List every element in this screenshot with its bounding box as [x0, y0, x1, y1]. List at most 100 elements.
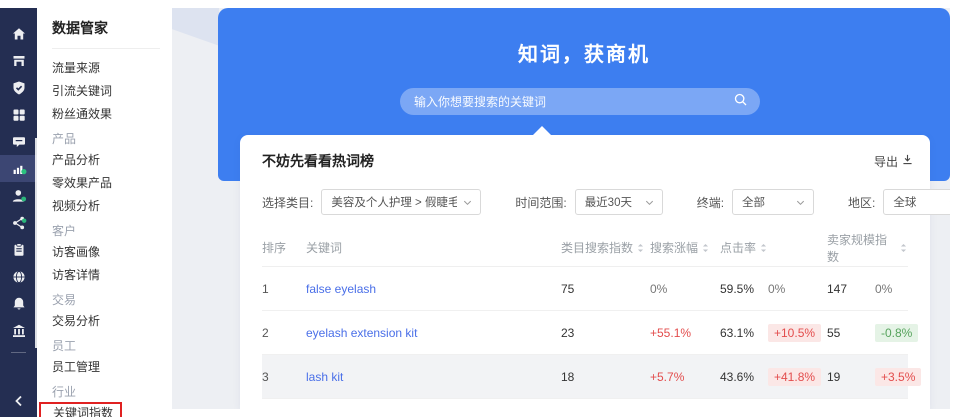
search-icon[interactable] [733, 92, 748, 112]
sidebar-item[interactable]: 视频分析 [52, 195, 172, 218]
terminal-select[interactable]: 全部 [732, 189, 815, 215]
seller-change-cell: +3.5% [875, 367, 922, 386]
sidebar-item[interactable]: 引流关键词 [52, 80, 172, 103]
bank-icon[interactable] [0, 317, 37, 344]
bell-icon[interactable] [0, 290, 37, 317]
menu-section-label: 产品 [52, 132, 77, 146]
time-range-select[interactable]: 最近30天 [574, 189, 663, 215]
annotation-highlight-box: 关键词指数 [39, 402, 123, 417]
icon-rail [0, 8, 37, 417]
column-header-keyword: 关键词 [306, 239, 561, 256]
select-value: 全部 [742, 197, 766, 209]
chat-icon[interactable] [0, 128, 37, 155]
shield-check-icon[interactable] [0, 74, 37, 101]
export-button[interactable]: 导出 [874, 153, 914, 170]
category-index-cell: 18 [561, 369, 575, 384]
main-content: 知词，获商机 不妨先看看热词榜 导出 选择类目: 美容及个人护理 > 假睫毛及工具… [172, 8, 950, 409]
select-value: 美容及个人护理 > 假睫毛及工具 > 睫... [331, 197, 458, 209]
sidebar-item[interactable]: 产品分析 [52, 149, 172, 172]
sort-icon[interactable] [636, 242, 645, 254]
sidebar-item[interactable]: 粉丝通效果 [52, 103, 172, 126]
category-index-cell: 23 [561, 325, 575, 340]
keyword-link[interactable]: false eyelash [306, 282, 561, 296]
ctr-change-cell: 0% [768, 282, 827, 296]
table-row[interactable]: 3 lash kit 18 +5.7% 43.6% +41.8% 19 +3.5% [262, 355, 922, 399]
change-badge: +41.8% [768, 367, 822, 386]
sidebar-item[interactable]: 关键词指数 [39, 402, 172, 417]
search-growth-cell: +5.7% [650, 369, 685, 384]
ctr-change-cell: +41.8% [768, 367, 827, 386]
chevron-left-icon[interactable] [0, 387, 37, 414]
table-header-row: 排序 关键词 类目搜索指数 搜索涨幅 点击率 卖家规模指数 [262, 229, 908, 267]
sort-icon[interactable] [899, 242, 908, 254]
column-header-cat_index[interactable]: 类目搜索指数 [561, 239, 650, 256]
seller-change-cell: -0.8% [875, 323, 919, 342]
column-header-seller_index[interactable]: 卖家规模指数 [827, 231, 908, 265]
table-row[interactable]: 2 eyelash extension kit 23 +55.1% 63.1% +10.5… [262, 311, 919, 355]
menu-section-label: 客户 [52, 224, 77, 238]
rail-divider [11, 352, 26, 353]
menu-divider [52, 48, 160, 49]
globe-icon[interactable] [0, 263, 37, 290]
sidebar-item[interactable]: 访客画像 [52, 241, 172, 264]
region-select[interactable]: 全球 [883, 189, 950, 215]
filter-region: 地区: 全球 [848, 189, 950, 215]
filter-label: 选择类目: [262, 195, 314, 210]
column-header-label: 排序 [262, 241, 287, 255]
card-caret [532, 126, 552, 136]
keyword-search-box[interactable] [400, 88, 760, 115]
chevron-down-icon [639, 197, 655, 208]
hot-words-table: 排序 关键词 类目搜索指数 搜索涨幅 点击率 卖家规模指数 1 false eyelash 7… [262, 229, 922, 399]
filter-label: 地区: [848, 195, 876, 210]
change-badge: -0.8% [875, 323, 919, 342]
sidebar-item[interactable]: 流量来源 [52, 57, 172, 80]
seller-index-cell: 147 [827, 281, 848, 296]
filter-label: 时间范围: [515, 195, 567, 210]
home-icon[interactable] [0, 20, 37, 47]
export-label: 导出 [873, 154, 898, 169]
seller-index-cell: 55 [827, 325, 841, 340]
clipboard-icon[interactable] [0, 236, 37, 263]
sort-icon[interactable] [759, 242, 768, 254]
filter-time-range: 时间范围: 最近30天 [515, 189, 663, 215]
rank-cell: 2 [262, 325, 269, 340]
search-growth-cell: +55.1% [650, 325, 692, 340]
chevron-down-icon [790, 197, 806, 208]
background-decoration [172, 8, 219, 46]
ctr-cell: 63.1% [720, 325, 755, 340]
category-index-cell: 75 [561, 281, 575, 296]
table-row[interactable]: 1 false eyelash 75 0% 59.5% 0% 147 0% [262, 267, 908, 311]
share-icon[interactable] [0, 209, 37, 236]
menu-section-label: 员工 [52, 339, 77, 353]
search-growth-cell: 0% [650, 281, 668, 296]
column-header-label: 卖家规模指数 [827, 232, 888, 264]
chevron-down-icon [943, 197, 950, 208]
column-header-growth[interactable]: 搜索涨幅 [650, 239, 720, 256]
ctr-change-cell: +10.5% [768, 323, 827, 342]
sidebar-item[interactable]: 零效果产品 [52, 172, 172, 195]
column-header-ctr[interactable]: 点击率 [720, 239, 827, 256]
column-header-label: 关键词 [306, 241, 343, 255]
person-icon[interactable] [0, 182, 37, 209]
column-header-label: 类目搜索指数 [561, 241, 634, 255]
side-menu: 数据管家 流量来源 引流关键词 粉丝通效果 产品 产品分析 零效果产品 视频分析 客户 访客画像… [37, 8, 172, 417]
bar-chart-icon[interactable] [0, 155, 37, 182]
change-badge: 0% [875, 281, 893, 296]
select-value: 最近30天 [584, 197, 632, 209]
column-header-rank: 排序 [262, 239, 306, 256]
sidebar-item[interactable]: 员工管理 [52, 356, 172, 379]
category-select[interactable]: 美容及个人护理 > 假睫毛及工具 > 睫... [321, 189, 482, 215]
filter-label: 终端: [696, 195, 725, 210]
filter-category: 选择类目: 美容及个人护理 > 假睫毛及工具 > 睫... [262, 189, 482, 215]
keyword-search-input[interactable] [414, 94, 733, 109]
sort-icon[interactable] [701, 242, 710, 254]
grid-icon[interactable] [0, 101, 37, 128]
sidebar-item[interactable]: 交易分析 [52, 310, 172, 333]
filter-terminal: 终端: 全部 [696, 189, 815, 215]
keyword-link[interactable]: lash kit [306, 370, 561, 384]
store-icon[interactable] [0, 47, 37, 74]
column-header-label: 搜索涨幅 [650, 241, 699, 255]
sidebar-item[interactable]: 访客详情 [52, 264, 172, 287]
column-header-label: 点击率 [720, 241, 757, 255]
keyword-link[interactable]: eyelash extension kit [306, 326, 561, 340]
